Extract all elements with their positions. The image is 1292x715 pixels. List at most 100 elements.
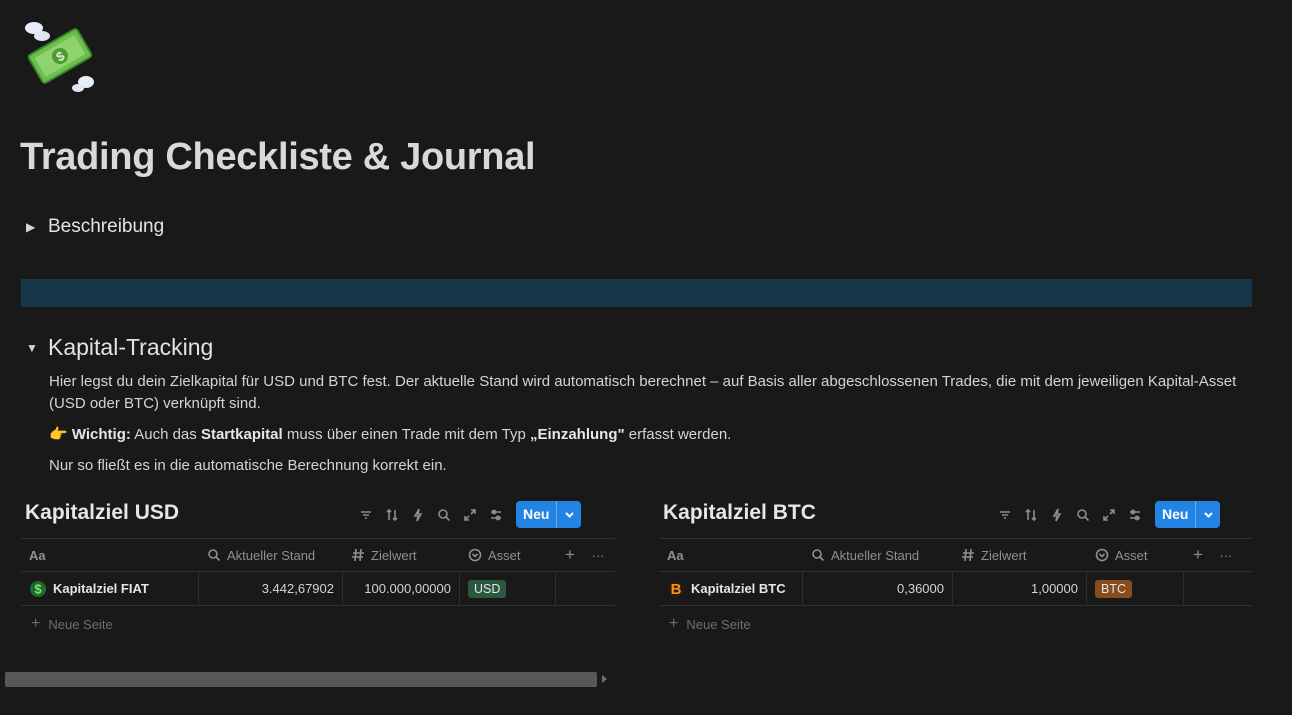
- search-icon[interactable]: [1070, 502, 1096, 528]
- note-paragraph: Nur so fließt es in die automatische Ber…: [49, 457, 447, 474]
- plus-icon: +: [31, 615, 41, 632]
- column-label: Zielwert: [981, 547, 1027, 563]
- cell-empty: [556, 572, 612, 605]
- add-column-plus-icon[interactable]: +: [1184, 539, 1212, 571]
- number-hash-icon: [961, 548, 975, 562]
- more-options-icon[interactable]: ···: [1212, 539, 1240, 571]
- filter-icon[interactable]: [992, 502, 1018, 528]
- column-current[interactable]: Aktueller Stand: [199, 539, 343, 571]
- column-label: Zielwert: [371, 547, 417, 563]
- database-table: Aa Aktueller Stand Zielwert Asset + ··· …: [21, 538, 615, 642]
- pointing-hand-icon: 👉: [49, 426, 68, 443]
- new-page-button[interactable]: + Neue Seite: [659, 606, 1252, 642]
- sort-icon[interactable]: [1018, 502, 1044, 528]
- column-name[interactable]: Aa: [659, 539, 803, 571]
- cell-asset[interactable]: BTC: [1087, 572, 1184, 605]
- triangle-down-icon[interactable]: ▼: [26, 341, 48, 355]
- database-toolbar: Neu: [353, 501, 582, 528]
- new-page-label: Neue Seite: [686, 616, 751, 632]
- column-target[interactable]: Zielwert: [343, 539, 460, 571]
- settings-sliders-icon[interactable]: [483, 502, 509, 528]
- cell-target[interactable]: 100.000,00000: [343, 572, 460, 605]
- cell-empty: [1184, 572, 1240, 605]
- title-type-icon: Aa: [29, 547, 46, 563]
- important-label: Wichtig:: [71, 426, 131, 443]
- toggle-kapital-tracking[interactable]: ▼ Kapital-Tracking: [26, 334, 213, 361]
- settings-sliders-icon[interactable]: [1122, 502, 1148, 528]
- database-title[interactable]: Kapitalziel BTC: [663, 501, 816, 525]
- select-icon: [1095, 548, 1109, 562]
- text-span: Auch das: [130, 426, 201, 443]
- table-row[interactable]: $ Kapitalziel FIAT 3.442,67902 100.000,0…: [21, 572, 615, 606]
- sort-icon[interactable]: [379, 502, 405, 528]
- page-title[interactable]: Trading Checkliste & Journal: [20, 136, 536, 179]
- cell-name[interactable]: $ Kapitalziel FIAT: [21, 572, 199, 605]
- database-title[interactable]: Kapitalziel USD: [25, 501, 179, 525]
- asset-tag: BTC: [1095, 579, 1132, 598]
- column-asset[interactable]: Asset: [460, 539, 556, 571]
- cell-name[interactable]: B Kapitalziel BTC: [659, 572, 803, 605]
- scroll-right-arrow-icon[interactable]: [602, 675, 607, 683]
- row-title[interactable]: Kapitalziel FIAT: [53, 581, 149, 596]
- text-span: erfasst werden.: [624, 426, 732, 443]
- cell-current[interactable]: 0,36000: [803, 572, 953, 605]
- expand-icon[interactable]: [457, 502, 483, 528]
- callout-banner: [21, 279, 1252, 307]
- money-with-wings-icon[interactable]: $: [20, 16, 100, 94]
- search-icon: [207, 548, 221, 562]
- chevron-down-icon[interactable]: [556, 501, 581, 528]
- number-hash-icon: [351, 548, 365, 562]
- column-label: Asset: [1115, 547, 1148, 563]
- toggle-label: Kapital-Tracking: [48, 334, 214, 360]
- new-page-button[interactable]: + Neue Seite: [21, 606, 615, 642]
- column-target[interactable]: Zielwert: [953, 539, 1087, 571]
- horizontal-scrollbar[interactable]: [5, 672, 597, 687]
- chevron-down-icon[interactable]: [1195, 501, 1220, 528]
- bitcoin-icon: B: [667, 580, 685, 598]
- automation-bolt-icon[interactable]: [1044, 502, 1070, 528]
- search-icon: [811, 548, 825, 562]
- cell-asset[interactable]: USD: [460, 572, 556, 605]
- svg-text:$: $: [34, 581, 42, 596]
- asset-tag: USD: [468, 579, 507, 598]
- bold-span: „Einzahlung": [530, 426, 625, 443]
- intro-paragraph: Hier legst du dein Zielkapital für USD u…: [49, 373, 1237, 412]
- title-type-icon: Aa: [667, 547, 684, 563]
- database-kapitalziel-usd: Kapitalziel USD Neu Aa Aktueller Stand Z…: [21, 498, 615, 632]
- column-asset[interactable]: Asset: [1087, 539, 1184, 571]
- database-kapitalziel-btc: Kapitalziel BTC Neu Aa Aktueller Stand Z…: [659, 498, 1252, 632]
- column-label: Aktueller Stand: [227, 547, 316, 563]
- column-current[interactable]: Aktueller Stand: [803, 539, 953, 571]
- add-column-plus-icon[interactable]: +: [556, 539, 584, 571]
- select-icon: [468, 548, 482, 562]
- text-span: muss über einen Trade mit dem Typ: [282, 426, 530, 443]
- column-label: Aktueller Stand: [831, 547, 920, 563]
- new-entry-button[interactable]: Neu: [1155, 501, 1221, 528]
- database-table: Aa Aktueller Stand Zielwert Asset + ··· …: [659, 538, 1252, 642]
- triangle-right-icon[interactable]: ▶: [26, 220, 48, 234]
- search-icon[interactable]: [431, 502, 457, 528]
- row-title[interactable]: Kapitalziel BTC: [691, 581, 786, 596]
- expand-icon[interactable]: [1096, 502, 1122, 528]
- important-paragraph: 👉 Wichtig: Auch das Startkapital muss üb…: [49, 424, 1239, 446]
- table-row[interactable]: B Kapitalziel BTC 0,36000 1,00000 BTC: [659, 572, 1252, 606]
- new-entry-button[interactable]: Neu: [516, 501, 582, 528]
- toggle-label: Beschreibung: [48, 216, 165, 237]
- new-button-label[interactable]: Neu: [516, 501, 556, 528]
- new-button-label[interactable]: Neu: [1155, 501, 1195, 528]
- column-label: Asset: [488, 547, 521, 563]
- more-options-icon[interactable]: ···: [584, 539, 612, 571]
- toggle-beschreibung[interactable]: ▶ Beschreibung: [26, 216, 164, 238]
- column-name[interactable]: Aa: [21, 539, 199, 571]
- new-page-label: Neue Seite: [48, 616, 113, 632]
- table-header: Aa Aktueller Stand Zielwert Asset + ···: [659, 538, 1252, 572]
- automation-bolt-icon[interactable]: [405, 502, 431, 528]
- filter-icon[interactable]: [353, 502, 379, 528]
- cell-target[interactable]: 1,00000: [953, 572, 1087, 605]
- cell-current[interactable]: 3.442,67902: [199, 572, 343, 605]
- dollar-circle-icon: $: [29, 580, 47, 598]
- bold-span: Startkapital: [200, 426, 283, 443]
- plus-icon: +: [669, 615, 679, 632]
- database-toolbar: Neu: [992, 501, 1221, 528]
- svg-text:B: B: [671, 581, 682, 598]
